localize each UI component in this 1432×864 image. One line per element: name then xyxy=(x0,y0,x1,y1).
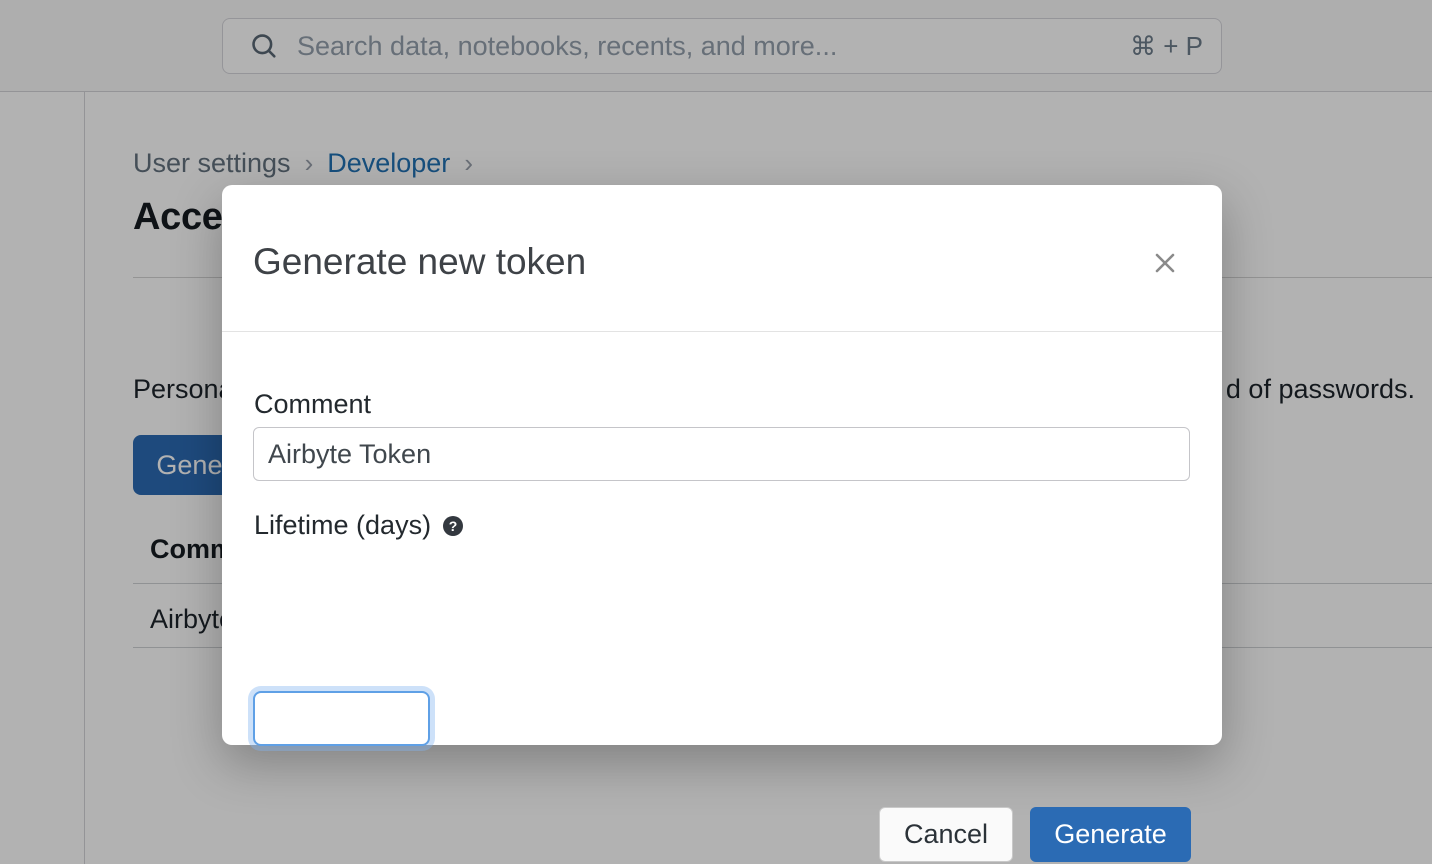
generate-token-modal: Generate new token Comment Lifetime (day… xyxy=(222,185,1222,745)
modal-title: Generate new token xyxy=(253,240,586,283)
modal-body: Comment Lifetime (days) ? Cancel Generat… xyxy=(222,332,1222,744)
close-icon[interactable] xyxy=(1147,245,1183,281)
cancel-button[interactable]: Cancel xyxy=(879,807,1013,862)
generate-button[interactable]: Generate xyxy=(1030,807,1191,862)
modal-footer: Cancel Generate xyxy=(879,807,1191,862)
lifetime-label-row: Lifetime (days) ? xyxy=(254,510,463,541)
help-icon[interactable]: ? xyxy=(443,516,463,536)
lifetime-label: Lifetime (days) xyxy=(254,510,431,541)
lifetime-input[interactable] xyxy=(253,691,430,746)
comment-input[interactable] xyxy=(253,427,1190,481)
comment-label: Comment xyxy=(254,389,371,420)
modal-header: Generate new token xyxy=(222,185,1222,332)
